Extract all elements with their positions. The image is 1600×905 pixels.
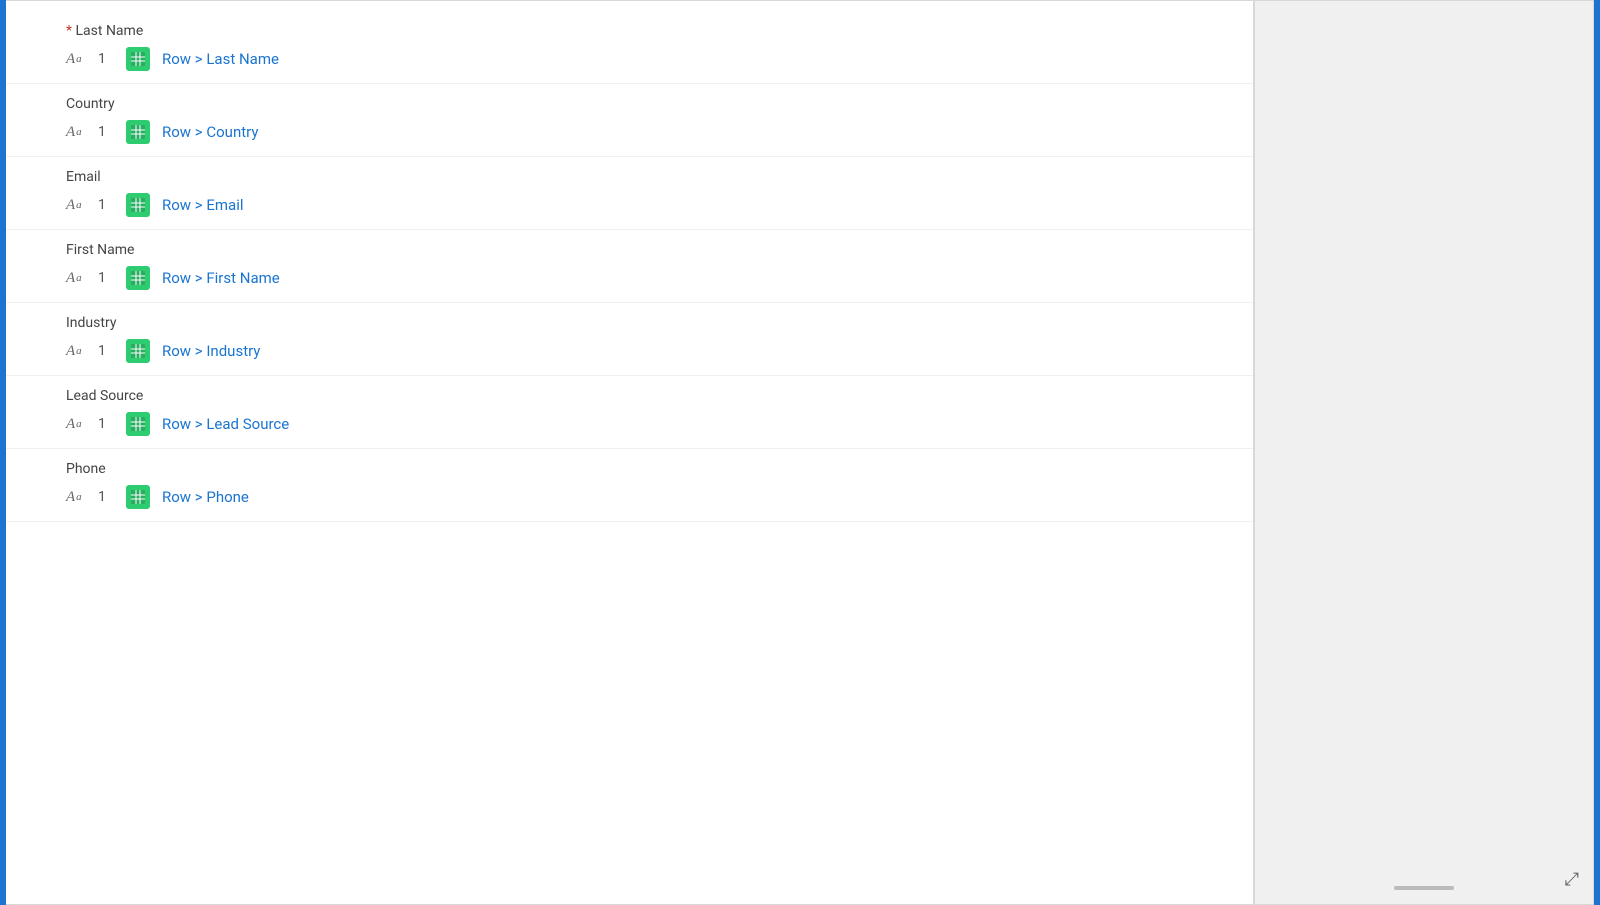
field-link-lead-source[interactable]: Row > Lead Source bbox=[162, 415, 289, 433]
row-number-last-name: 1 bbox=[98, 51, 114, 67]
field-link-first-name[interactable]: Row > First Name bbox=[162, 269, 280, 287]
expand-button[interactable]: ⤢ bbox=[1565, 869, 1579, 890]
field-link-last-name[interactable]: Row > Last Name bbox=[162, 50, 279, 68]
field-label-industry: Industry bbox=[66, 315, 1193, 331]
content-panel: Last Name Aa 1 Row > Last Name Country Aa 1 R… bbox=[6, 0, 1254, 905]
field-link-phone[interactable]: Row > Phone bbox=[162, 488, 249, 506]
field-group-last-name: Last Name Aa 1 Row > Last Name bbox=[6, 11, 1253, 84]
field-group-first-name: First Name Aa 1 Row > First Name bbox=[6, 230, 1253, 303]
field-label-last-name: Last Name bbox=[66, 23, 1193, 39]
row-number-first-name: 1 bbox=[98, 270, 114, 286]
type-icon: Aa bbox=[66, 51, 86, 68]
right-border-accent bbox=[1594, 0, 1600, 905]
type-icon: Aa bbox=[66, 489, 86, 506]
spreadsheet-icon bbox=[126, 339, 150, 363]
field-group-industry: Industry Aa 1 Row > Industry bbox=[6, 303, 1253, 376]
type-icon: Aa bbox=[66, 343, 86, 360]
field-link-country[interactable]: Row > Country bbox=[162, 123, 258, 141]
field-link-industry[interactable]: Row > Industry bbox=[162, 342, 260, 360]
type-icon: Aa bbox=[66, 197, 86, 214]
row-number-lead-source: 1 bbox=[98, 416, 114, 432]
row-number-industry: 1 bbox=[98, 343, 114, 359]
field-row-phone: Aa 1 Row > Phone bbox=[66, 485, 1193, 509]
field-group-lead-source: Lead Source Aa 1 Row > Lead Source bbox=[6, 376, 1253, 449]
field-group-phone: Phone Aa 1 Row > Phone bbox=[6, 449, 1253, 522]
field-row-industry: Aa 1 Row > Industry bbox=[66, 339, 1193, 363]
field-label-country: Country bbox=[66, 96, 1193, 112]
field-row-lead-source: Aa 1 Row > Lead Source bbox=[66, 412, 1193, 436]
field-label-lead-source: Lead Source bbox=[66, 388, 1193, 404]
field-row-email: Aa 1 Row > Email bbox=[66, 193, 1193, 217]
field-group-country: Country Aa 1 Row > Country bbox=[6, 84, 1253, 157]
spreadsheet-icon bbox=[126, 120, 150, 144]
field-row-first-name: Aa 1 Row > First Name bbox=[66, 266, 1193, 290]
type-icon: Aa bbox=[66, 270, 86, 287]
field-row-last-name: Aa 1 Row > Last Name bbox=[66, 47, 1193, 71]
row-number-email: 1 bbox=[98, 197, 114, 213]
field-group-email: Email Aa 1 Row > Email bbox=[6, 157, 1253, 230]
main-container: Last Name Aa 1 Row > Last Name Country Aa 1 R… bbox=[0, 0, 1600, 905]
field-label-first-name: First Name bbox=[66, 242, 1193, 258]
spreadsheet-icon bbox=[126, 412, 150, 436]
field-link-email[interactable]: Row > Email bbox=[162, 196, 244, 214]
type-icon: Aa bbox=[66, 416, 86, 433]
row-number-phone: 1 bbox=[98, 489, 114, 505]
spreadsheet-icon bbox=[126, 193, 150, 217]
type-icon: Aa bbox=[66, 124, 86, 141]
field-label-email: Email bbox=[66, 169, 1193, 185]
spreadsheet-icon bbox=[126, 266, 150, 290]
spreadsheet-icon bbox=[126, 485, 150, 509]
spreadsheet-icon bbox=[126, 47, 150, 71]
scrollbar[interactable] bbox=[1394, 886, 1454, 890]
right-panel: ⤢ bbox=[1254, 0, 1594, 905]
field-label-phone: Phone bbox=[66, 461, 1193, 477]
row-number-country: 1 bbox=[98, 124, 114, 140]
field-row-country: Aa 1 Row > Country bbox=[66, 120, 1193, 144]
